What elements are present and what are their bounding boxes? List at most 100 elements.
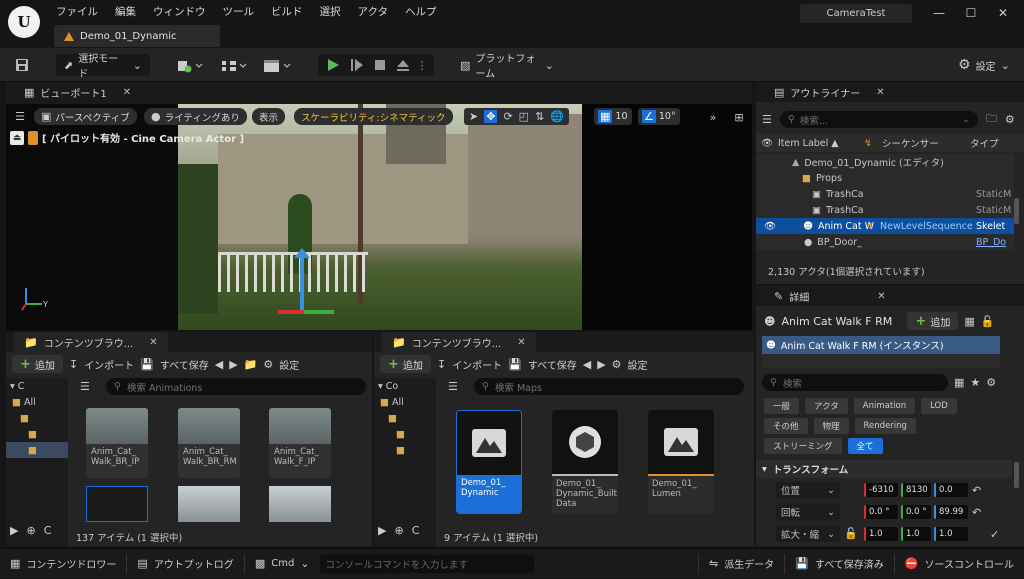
tree-header[interactable]: ▾ C xyxy=(6,378,68,394)
category-streaming[interactable]: ストリーミング xyxy=(764,438,842,454)
outliner-row[interactable]: ● BP_Door_ BP_Do xyxy=(756,234,1014,250)
close-icon[interactable]: ✕ xyxy=(876,87,884,98)
category-animation[interactable]: Animation xyxy=(853,398,916,414)
perspective-button[interactable]: ▣ パースペクティブ xyxy=(34,108,137,125)
settings-button[interactable]: 設定 xyxy=(628,357,648,372)
select-cursor-icon[interactable]: ➤ xyxy=(469,110,478,123)
eye-icon[interactable]: 👁 xyxy=(764,221,776,232)
category-lod[interactable]: LOD xyxy=(921,398,957,414)
add-button[interactable]: + 追加 xyxy=(380,355,431,373)
category-rendering[interactable]: Rendering xyxy=(854,418,916,434)
save-all-button[interactable]: すべて保存 xyxy=(160,357,209,372)
eject-pilot-icon[interactable]: ⏏ xyxy=(10,130,24,145)
expand-toolbar-icon[interactable]: » xyxy=(706,110,720,124)
forward-icon[interactable]: ▶ xyxy=(597,358,605,371)
search-input[interactable]: ⚲ 検索 Maps xyxy=(474,378,744,395)
world-icon[interactable]: 🌐 xyxy=(550,110,564,123)
reset-icon[interactable]: ↶ xyxy=(972,484,981,497)
close-icon[interactable]: ✕ xyxy=(149,337,157,348)
level-tab[interactable]: Demo_01_Dynamic xyxy=(54,25,220,47)
location-z-input[interactable]: 0.0 xyxy=(934,483,968,497)
tree-item-all[interactable]: ■ All xyxy=(6,394,68,410)
scalability-button[interactable]: スケーラビリティ:シネマティック xyxy=(294,108,453,125)
save-status-button[interactable]: 💾 すべて保存済み xyxy=(785,549,894,579)
output-log-button[interactable]: ▤ アウトプットログ xyxy=(127,549,243,579)
map-thumbnail[interactable]: Demo_01_ Lumen xyxy=(648,410,714,514)
play-icon[interactable]: ▶ xyxy=(378,524,386,537)
tree-item[interactable]: ■ xyxy=(6,410,68,426)
content-browser-tab[interactable]: 📁 コンテンツブラウ... ✕ xyxy=(382,332,536,352)
add-button[interactable]: + 追加 xyxy=(12,355,63,373)
move-icon[interactable]: ✥ xyxy=(484,110,498,123)
menu-build[interactable]: ビルド xyxy=(271,4,311,19)
cmd-dropdown[interactable]: ▩ Cmd ⌄ xyxy=(245,549,320,579)
category-actor[interactable]: アクタ xyxy=(805,398,848,414)
tree-header[interactable]: ▾ Co xyxy=(374,378,436,394)
outliner-row-selected[interactable]: 👁 ☻ Anim Cat W ↯ NewLevelSequence Skelet xyxy=(756,218,1014,234)
close-icon[interactable]: ✕ xyxy=(123,87,131,98)
scale-y-input[interactable]: 1.0 xyxy=(901,527,931,541)
asset-thumbnail[interactable] xyxy=(178,486,240,522)
details-search-input[interactable]: ⚲ 検索 xyxy=(762,374,948,391)
gear-icon[interactable]: ⚙ xyxy=(1005,113,1015,126)
location-dropdown[interactable]: 位置 ⌄ xyxy=(776,482,840,498)
scale-x-input[interactable]: 1.0 xyxy=(864,527,898,541)
gizmo-z-axis[interactable] xyxy=(300,254,304,314)
map-thumbnail-selected[interactable]: Demo_01_ Dynamic xyxy=(456,410,522,514)
scale-dropdown[interactable]: 拡大・縮 ⌄ xyxy=(776,526,840,542)
outliner-row[interactable]: ▣ TrashCa StaticM xyxy=(756,202,1014,218)
outliner-tab[interactable]: ▤ アウトライナー ✕ xyxy=(764,82,895,102)
chevron-icon[interactable]: C xyxy=(44,524,52,537)
menu-actor[interactable]: アクタ xyxy=(358,4,397,19)
content-drawer-button[interactable]: ▦ コンテンツドロワー xyxy=(0,549,126,579)
source-control-button[interactable]: ⛔ ソースコントロール xyxy=(895,549,1024,579)
menu-select[interactable]: 選択 xyxy=(320,4,349,19)
asset-thumbnail-selected[interactable] xyxy=(86,486,148,522)
rotation-z-input[interactable]: 89.99 xyxy=(934,505,968,519)
details-tab[interactable]: ✎ 詳細 ✕ xyxy=(764,286,896,306)
row-sequence[interactable]: NewLevelSequence xyxy=(880,221,973,232)
derived-data-button[interactable]: ⇋ 派生データ xyxy=(699,549,784,579)
category-other[interactable]: その他 xyxy=(764,418,808,434)
unreal-logo-icon[interactable]: U xyxy=(8,6,40,38)
category-general[interactable]: 一般 xyxy=(764,398,800,414)
angle-snap[interactable]: ∠ 10° xyxy=(638,108,680,125)
rotate-icon[interactable]: ⟳ xyxy=(503,110,512,123)
tree-item[interactable]: ■ xyxy=(374,410,436,426)
add-circle-icon[interactable]: ⊕ xyxy=(394,524,403,537)
lighting-button[interactable]: ● ライティングあり xyxy=(144,108,247,125)
content-browser-tab[interactable]: 📁 コンテンツブラウ... ✕ xyxy=(14,332,168,352)
add-folder-icon[interactable]: 🗀 xyxy=(986,110,997,129)
column-type[interactable]: タイプ xyxy=(970,136,999,150)
add-component-button[interactable]: + 追加 xyxy=(907,312,959,330)
menu-tools[interactable]: ツール xyxy=(223,4,263,19)
grid-snap[interactable]: ▦ 10 xyxy=(594,108,632,125)
save-icon[interactable] xyxy=(14,57,30,73)
add-circle-icon[interactable]: ⊕ xyxy=(26,524,35,537)
layout-icon[interactable]: ⊞ xyxy=(732,110,746,124)
outliner-row[interactable]: ▣ TrashCa StaticM xyxy=(756,186,1014,202)
scale-icon[interactable]: ◰ xyxy=(519,110,529,123)
location-x-input[interactable]: -6310 xyxy=(864,483,898,497)
location-y-input[interactable]: 8130 xyxy=(901,483,931,497)
gear-icon[interactable]: ⚙ xyxy=(612,358,622,371)
blueprint-icon[interactable] xyxy=(220,59,248,73)
component-instance-row[interactable]: ☻ Anim Cat Walk F RM (インスタンス) xyxy=(762,336,1000,354)
chevron-icon[interactable]: C xyxy=(412,524,420,537)
back-icon[interactable]: ◀ xyxy=(215,358,223,371)
play-icon[interactable]: ▶ xyxy=(10,524,18,537)
row-type[interactable]: BP_Do xyxy=(976,237,1006,248)
platform-dropdown[interactable]: ▧ プラットフォーム ⌄ xyxy=(452,54,562,80)
filter-icon[interactable]: ☰ xyxy=(762,113,772,126)
gizmo-y-axis[interactable] xyxy=(304,310,334,314)
save-all-button[interactable]: すべて保存 xyxy=(528,357,577,372)
rotation-dropdown[interactable]: 回転 ⌄ xyxy=(776,504,840,520)
gizmo-z-arrow-icon[interactable] xyxy=(294,248,310,258)
cinematics-icon[interactable] xyxy=(262,59,292,73)
lock-icon[interactable]: 🔓 xyxy=(981,315,995,328)
tree-item[interactable]: ■ xyxy=(6,426,68,442)
asset-thumbnail[interactable]: Anim_Cat_ Walk_F_IP xyxy=(269,408,331,478)
details-scrollbar[interactable] xyxy=(1014,462,1019,488)
menu-window[interactable]: ウィンドウ xyxy=(153,4,214,19)
outliner-row-level[interactable]: ▲ Demo_01_Dynamic (エディタ) xyxy=(756,154,1014,170)
